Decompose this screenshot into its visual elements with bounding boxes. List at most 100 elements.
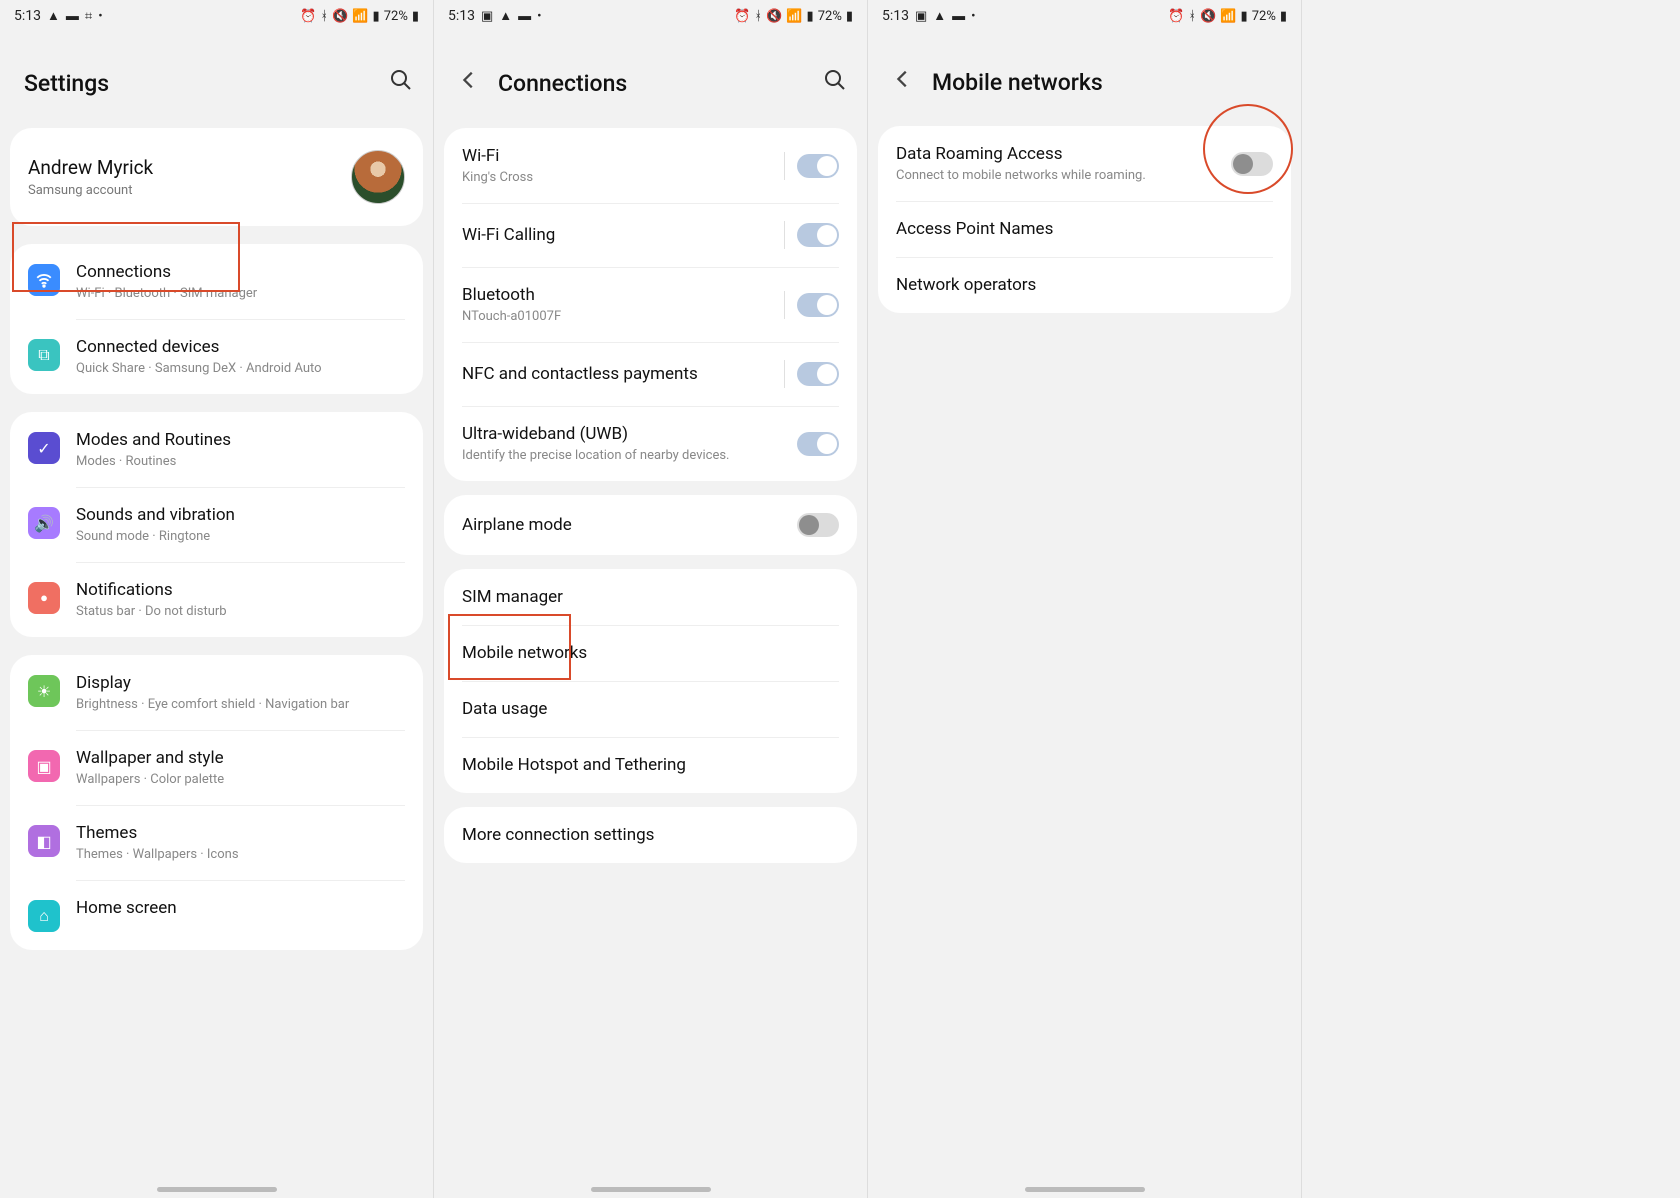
back-button[interactable] bbox=[892, 68, 914, 96]
row-notifications[interactable]: ● Notifications Status bar · Do not dist… bbox=[10, 562, 423, 637]
alarm-icon: ⏰ bbox=[734, 10, 750, 23]
row-nfc[interactable]: NFC and contactless payments bbox=[444, 342, 857, 406]
row-title: Bluetooth bbox=[462, 285, 762, 305]
settings-group-3: ☀ Display Brightness · Eye comfort shiel… bbox=[10, 655, 423, 950]
row-title: Wallpaper and style bbox=[76, 748, 405, 768]
page-title: Connections bbox=[498, 70, 823, 97]
battery-icon: ▮ bbox=[1280, 10, 1287, 23]
row-bluetooth[interactable]: Bluetooth NTouch-a01007F bbox=[444, 267, 857, 342]
row-sim[interactable]: SIM manager bbox=[444, 569, 857, 625]
home-indicator[interactable] bbox=[591, 1187, 711, 1192]
row-title: Wi-Fi Calling bbox=[462, 225, 762, 245]
settings-group-1: Connections Wi-Fi · Bluetooth · SIM mana… bbox=[10, 244, 423, 394]
devices-icon: ⧉ bbox=[28, 339, 60, 371]
connections-header: Connections bbox=[434, 28, 867, 128]
row-title: Network operators bbox=[896, 275, 1263, 295]
settings-group-2: ✓ Modes and Routines Modes · Routines 🔊 … bbox=[10, 412, 423, 637]
row-sub: Status bar · Do not disturb bbox=[76, 604, 405, 619]
signal-icon: ▮ bbox=[1241, 10, 1248, 23]
battery-text: 72% bbox=[1252, 9, 1276, 24]
row-uwb[interactable]: Ultra-wideband (UWB) Identify the precis… bbox=[444, 406, 857, 481]
row-display[interactable]: ☀ Display Brightness · Eye comfort shiel… bbox=[10, 655, 423, 730]
status-left: 5:13 ▣ ▲ ▬ • bbox=[882, 8, 976, 24]
wifi-calling-toggle[interactable] bbox=[797, 223, 839, 247]
row-title: Airplane mode bbox=[462, 515, 787, 535]
row-sub: Wallpapers · Color palette bbox=[76, 772, 405, 787]
row-title: Sounds and vibration bbox=[76, 505, 405, 525]
row-title: Connections bbox=[76, 262, 405, 282]
bluetooth-toggle[interactable] bbox=[797, 293, 839, 317]
status-right: ⏰ ᚼ 🔇 📶 ▮ 72% ▮ bbox=[734, 9, 853, 24]
palette-icon: ◧ bbox=[28, 825, 60, 857]
wifi-toggle[interactable] bbox=[797, 154, 839, 178]
row-title: SIM manager bbox=[462, 587, 829, 607]
home-icon: ⌂ bbox=[28, 900, 60, 932]
signal-icon: ▮ bbox=[373, 10, 380, 23]
nfc-toggle[interactable] bbox=[797, 362, 839, 386]
search-icon[interactable] bbox=[389, 68, 413, 98]
signal-icon: ▮ bbox=[807, 10, 814, 23]
connections-group-4: More connection settings bbox=[444, 807, 857, 863]
alarm-icon: ⏰ bbox=[300, 10, 316, 23]
image-icon: ▣ bbox=[28, 750, 60, 782]
bell-icon: ● bbox=[28, 582, 60, 614]
row-sub: NTouch-a01007F bbox=[462, 309, 762, 324]
row-data-usage[interactable]: Data usage bbox=[444, 681, 857, 737]
row-home-screen[interactable]: ⌂ Home screen bbox=[10, 880, 423, 950]
row-apn[interactable]: Access Point Names bbox=[878, 201, 1291, 257]
sun-icon: ☀ bbox=[28, 675, 60, 707]
row-title: Wi-Fi bbox=[462, 146, 762, 166]
row-title: Data Roaming Access bbox=[896, 144, 1221, 164]
uwb-toggle[interactable] bbox=[797, 432, 839, 456]
row-sounds[interactable]: 🔊 Sounds and vibration Sound mode · Ring… bbox=[10, 487, 423, 562]
bluetooth-icon: ᚼ bbox=[754, 10, 762, 23]
page-title: Settings bbox=[24, 70, 389, 97]
battery-icon: ▮ bbox=[412, 10, 419, 23]
account-card[interactable]: Andrew Myrick Samsung account bbox=[10, 128, 423, 226]
search-icon[interactable] bbox=[823, 68, 847, 98]
mute-icon: 🔇 bbox=[766, 10, 782, 23]
row-hotspot[interactable]: Mobile Hotspot and Tethering bbox=[444, 737, 857, 793]
divider bbox=[784, 221, 785, 249]
home-indicator[interactable] bbox=[1025, 1187, 1145, 1192]
speaker-icon: 🔊 bbox=[28, 507, 60, 539]
row-title: Connected devices bbox=[76, 337, 405, 357]
settings-header: Settings bbox=[0, 28, 433, 128]
row-network-operators[interactable]: Network operators bbox=[878, 257, 1291, 313]
connections-group-1: Wi-Fi King's Cross Wi-Fi Calling Bluetoo… bbox=[444, 128, 857, 481]
status-bar: 5:13 ▣ ▲ ▬ • ⏰ ᚼ 🔇 📶 ▮ 72% ▮ bbox=[868, 0, 1301, 28]
wifi-status-icon: 📶 bbox=[352, 10, 368, 23]
row-sub: Quick Share · Samsung DeX · Android Auto bbox=[76, 361, 405, 376]
row-title: NFC and contactless payments bbox=[462, 364, 762, 384]
row-connections[interactable]: Connections Wi-Fi · Bluetooth · SIM mana… bbox=[10, 244, 423, 319]
mute-icon: 🔇 bbox=[332, 10, 348, 23]
row-wallpaper[interactable]: ▣ Wallpaper and style Wallpapers · Color… bbox=[10, 730, 423, 805]
page-title: Mobile networks bbox=[932, 69, 1281, 96]
wifi-status-icon: 📶 bbox=[786, 10, 802, 23]
back-button[interactable] bbox=[458, 69, 480, 97]
row-more-connection[interactable]: More connection settings bbox=[444, 807, 857, 863]
airplane-toggle[interactable] bbox=[797, 513, 839, 537]
row-airplane[interactable]: Airplane mode bbox=[444, 495, 857, 555]
row-wifi-calling[interactable]: Wi-Fi Calling bbox=[444, 203, 857, 267]
row-data-roaming[interactable]: Data Roaming Access Connect to mobile ne… bbox=[878, 126, 1291, 201]
row-themes[interactable]: ◧ Themes Themes · Wallpapers · Icons bbox=[10, 805, 423, 880]
divider bbox=[784, 291, 785, 319]
home-indicator[interactable] bbox=[157, 1187, 277, 1192]
row-title: Access Point Names bbox=[896, 219, 1263, 239]
account-name: Andrew Myrick bbox=[28, 156, 351, 179]
roaming-toggle[interactable] bbox=[1231, 152, 1273, 176]
divider bbox=[784, 152, 785, 180]
row-title: Modes and Routines bbox=[76, 430, 405, 450]
row-wifi[interactable]: Wi-Fi King's Cross bbox=[444, 128, 857, 203]
nav-arrow-icon: ▲ bbox=[499, 10, 512, 23]
grid-icon: ⌗ bbox=[85, 10, 92, 23]
battery-text: 72% bbox=[818, 9, 842, 24]
row-modes[interactable]: ✓ Modes and Routines Modes · Routines bbox=[10, 412, 423, 487]
row-connected-devices[interactable]: ⧉ Connected devices Quick Share · Samsun… bbox=[10, 319, 423, 394]
row-mobile-networks[interactable]: Mobile networks bbox=[444, 625, 857, 681]
avatar[interactable] bbox=[351, 150, 405, 204]
rect-icon: ▬ bbox=[66, 10, 79, 23]
wifi-status-icon: 📶 bbox=[1220, 10, 1236, 23]
alarm-icon: ⏰ bbox=[1168, 10, 1184, 23]
